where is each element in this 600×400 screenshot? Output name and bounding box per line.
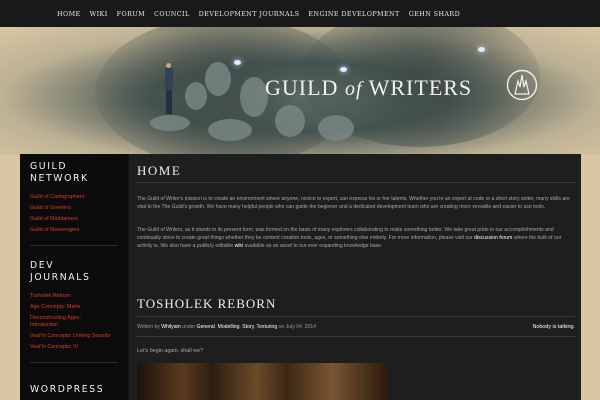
site-logo[interactable]: GUILD of WRITERS — [265, 75, 472, 101]
link-guild-of-cartographers[interactable]: Guild of Cartographers — [30, 192, 128, 203]
sidebar: GUILD NETWORK Guild of Cartographers Gui… — [20, 154, 128, 400]
nav-gehn-shard[interactable]: GEHN SHARD — [409, 10, 460, 18]
link-vaaliri-concepts-iv[interactable]: Vaal'Iri Concepts: IV — [30, 342, 128, 353]
post-image — [137, 363, 387, 400]
widget-title: JOURNALS — [30, 272, 91, 283]
floating-rock — [185, 82, 207, 110]
floating-rock — [208, 119, 252, 141]
link-guild-of-messengers[interactable]: Guild of Messengers — [30, 225, 128, 236]
logo-word: GUILD — [265, 75, 339, 100]
lamp-light — [234, 60, 241, 65]
post-date: on July 04, 2014 — [277, 324, 317, 330]
link-age-concepts-mahe[interactable]: Age Concepts: Mahe — [30, 302, 128, 313]
category-link[interactable]: Story — [242, 324, 254, 330]
page-title: HOME — [137, 163, 182, 178]
discussion-forum-link[interactable]: discussion forum — [474, 235, 512, 241]
widget-title: WORDPRESS — [30, 384, 105, 395]
top-navigation: HOME WIKI FORUM COUNCIL DEVELOPMENT JOUR… — [0, 0, 600, 27]
main-content: HOME The Guild of Writer's mission is to… — [128, 154, 581, 400]
widget-title: DEV — [30, 260, 55, 271]
nav-development-journals[interactable]: DEVELOPMENT JOURNALS — [199, 10, 300, 18]
meta-text: under — [180, 324, 197, 330]
logo-word: WRITERS — [368, 75, 473, 100]
meta-text: Written by — [137, 324, 162, 330]
author-link[interactable]: Whilyam — [161, 324, 181, 330]
wordpress-widget: WORDPRESS — [20, 363, 128, 396]
title-rule — [137, 182, 575, 183]
mission-paragraph: The Guild of Writer's mission is to crea… — [137, 196, 570, 210]
link-guild-of-greeters[interactable]: Guild of Greeters — [30, 203, 128, 214]
lamp-light — [478, 47, 485, 52]
post-rule — [137, 316, 575, 317]
category-link[interactable]: Modelling — [218, 324, 240, 330]
wiki-link[interactable]: wiki — [235, 243, 244, 249]
meta-rule — [137, 336, 575, 337]
logo-word: of — [344, 78, 363, 100]
widget-title: GUILD — [30, 161, 68, 172]
widget-title: NETWORK — [30, 173, 89, 184]
nav-home[interactable]: HOME — [57, 10, 81, 18]
floating-rock — [205, 62, 231, 96]
dev-journals-widget: DEV JOURNALS Tosholek Reborn Age Concept… — [20, 246, 128, 353]
link-guild-of-maintainers[interactable]: Guild of Maintainers — [30, 214, 128, 225]
link-tosholek-reborn[interactable]: Tosholek Reborn — [30, 291, 128, 302]
floating-rock — [150, 115, 190, 131]
post-title[interactable]: TOSHOLEK REBORN — [137, 296, 276, 312]
post-body: Let's begin again, shall we? — [137, 348, 204, 354]
paragraph-text: available as an asset to our ever expand… — [243, 243, 383, 249]
explorer-figure — [165, 63, 173, 117]
post-meta: Written by Whilyam under General, Modell… — [137, 324, 316, 330]
category-link[interactable]: Texturing — [257, 324, 278, 330]
nav-engine-development[interactable]: ENGINE DEVELOPMENT — [308, 10, 399, 18]
guild-network-widget: GUILD NETWORK Guild of Cartographers Gui… — [20, 154, 128, 236]
about-paragraph: The Guild of Writers, as it stands in it… — [137, 226, 575, 250]
floating-rock — [240, 77, 268, 117]
header-banner: GUILD of WRITERS — [0, 27, 600, 155]
nav-forum[interactable]: FORUM — [117, 10, 145, 18]
category-link[interactable]: General — [197, 324, 215, 330]
link-deconstructing-ages[interactable]: Deconstructing Ages: Introduction — [30, 315, 110, 329]
floating-rock — [275, 105, 305, 137]
nav-council[interactable]: COUNCIL — [154, 10, 190, 18]
link-vaaliri-linking-sounds[interactable]: Vaal'Iri Concepts: Linking Sounds — [30, 331, 128, 342]
guild-emblem-icon — [506, 69, 538, 101]
floating-rock — [318, 115, 354, 141]
comments-link[interactable]: Nobody is talking. — [532, 324, 575, 330]
lamp-light — [340, 67, 347, 72]
nav-wiki[interactable]: WIKI — [90, 10, 108, 18]
